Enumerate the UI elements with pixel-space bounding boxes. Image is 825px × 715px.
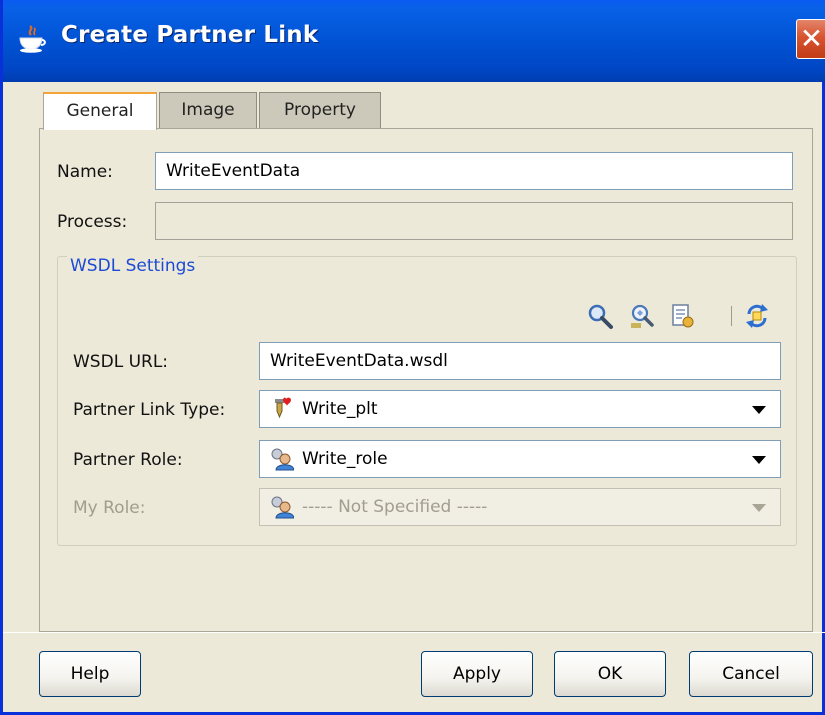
role-users-icon xyxy=(271,496,294,519)
apply-button[interactable]: Apply xyxy=(421,651,533,697)
tab-general[interactable]: General xyxy=(43,92,157,130)
dialog-title: Create Partner Link xyxy=(61,22,319,48)
chevron-down-icon[interactable] xyxy=(752,406,766,414)
document-icon[interactable] xyxy=(668,302,696,330)
toolbar-separator xyxy=(731,306,732,326)
refresh-icon[interactable] xyxy=(743,302,771,330)
search-icon[interactable] xyxy=(586,302,614,330)
apply-button-label: Apply xyxy=(453,664,501,684)
cancel-button-label: Cancel xyxy=(722,664,780,684)
create-partner-link-dialog: Create Partner Link ✕ General Image Prop… xyxy=(0,0,825,715)
help-button[interactable]: Help xyxy=(39,651,141,697)
partner-link-type-value: Write_plt xyxy=(302,399,378,419)
partner-role-value: Write_role xyxy=(302,449,388,469)
process-field xyxy=(155,202,793,240)
partner-link-type-icon xyxy=(275,397,291,419)
role-users-icon xyxy=(271,448,294,471)
wsdl-settings-legend: WSDL Settings xyxy=(67,256,199,276)
name-label: Name: xyxy=(57,162,113,182)
ok-button-label: OK xyxy=(597,664,623,684)
ok-button[interactable]: OK xyxy=(554,651,666,697)
close-button[interactable]: ✕ xyxy=(796,19,825,59)
my-role-select: ----- Not Specified ----- xyxy=(259,488,781,526)
wsdl-url-field[interactable]: WriteEventData.wsdl xyxy=(259,342,781,380)
help-button-label: Help xyxy=(70,664,110,684)
partner-link-type-label: Partner Link Type: xyxy=(73,400,226,420)
my-role-label: My Role: xyxy=(73,498,146,518)
chevron-down-icon[interactable] xyxy=(752,456,766,464)
java-cup-icon xyxy=(19,25,46,53)
name-field[interactable]: WriteEventData xyxy=(155,152,793,190)
wsdl-url-label: WSDL URL: xyxy=(73,352,169,372)
inspect-icon[interactable] xyxy=(628,302,656,330)
process-label: Process: xyxy=(57,212,128,232)
my-role-value: ----- Not Specified ----- xyxy=(302,497,488,517)
divider xyxy=(3,632,825,633)
cancel-button[interactable]: Cancel xyxy=(689,651,813,697)
partner-role-select[interactable]: Write_role xyxy=(259,440,781,478)
chevron-down-icon xyxy=(752,504,766,512)
tab-image[interactable]: Image xyxy=(159,92,257,128)
tab-property[interactable]: Property xyxy=(259,92,381,128)
partner-link-type-select[interactable]: Write_plt xyxy=(259,390,781,428)
title-bar[interactable]: Create Partner Link ✕ xyxy=(3,0,825,82)
partner-role-label: Partner Role: xyxy=(73,450,183,470)
